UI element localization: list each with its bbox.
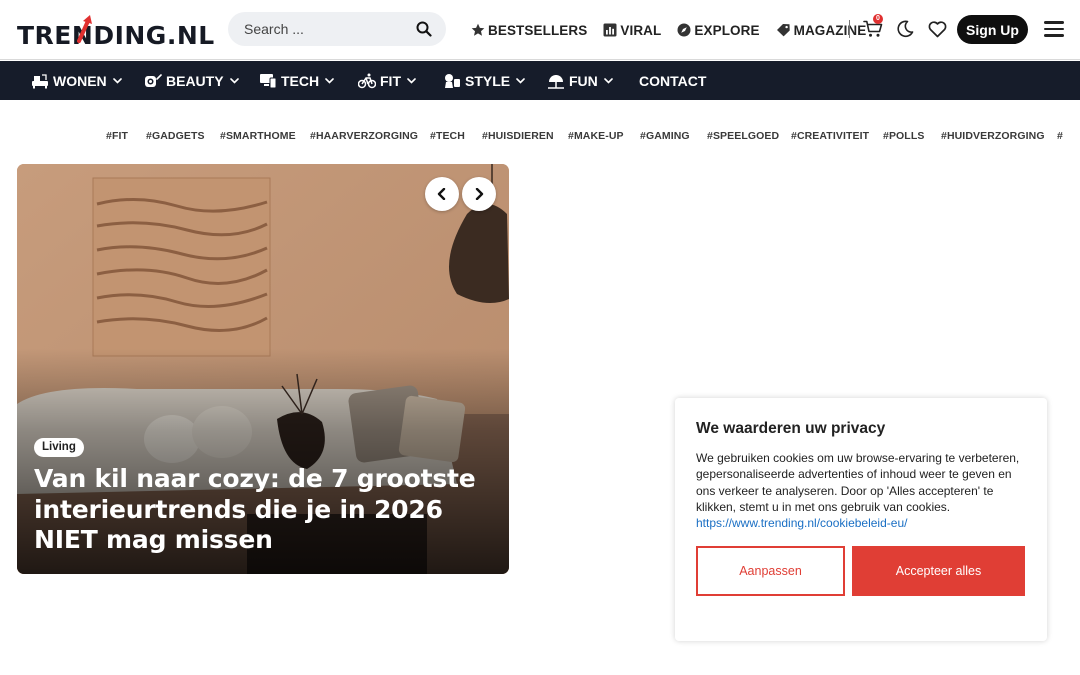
category-beauty[interactable]: BEAUTY xyxy=(144,61,239,100)
category-fun[interactable]: FUN xyxy=(547,61,613,100)
featured-article-card[interactable]: Living Van kil naar cozy: de 7 grootste … xyxy=(17,164,509,574)
site-logo[interactable]: TRENDING.NL xyxy=(17,14,215,48)
category-fit-label: FIT xyxy=(380,72,401,89)
compass-icon xyxy=(677,23,691,37)
chevron-left-icon xyxy=(437,188,446,200)
heart-icon xyxy=(928,20,946,37)
logo-text-prefix: TRE xyxy=(17,21,72,50)
category-badge[interactable]: Living xyxy=(34,438,84,457)
hamburger-line xyxy=(1044,34,1064,37)
category-navigation: WONEN BEAUTY TECH FIT STYLE FUN CONTACT xyxy=(0,61,1080,100)
logo-text-suffix: DING.NL xyxy=(93,21,215,50)
tag-link[interactable]: # xyxy=(1057,130,1063,142)
chevron-down-icon xyxy=(112,77,122,84)
tag-link[interactable]: #HAARVERZORGING xyxy=(310,130,418,142)
tag-link[interactable]: #CREATIVITEIT xyxy=(791,130,869,142)
chevron-down-icon xyxy=(325,77,334,84)
nav-bestsellers[interactable]: BESTSELLERS xyxy=(471,23,587,38)
cookie-consent-dialog: We waarderen uw privacy We gebruiken coo… xyxy=(675,398,1047,641)
slider-next-button[interactable] xyxy=(462,177,496,211)
category-contact-label: CONTACT xyxy=(639,72,707,89)
search-bar xyxy=(228,12,446,46)
category-tech[interactable]: TECH xyxy=(259,61,334,100)
sign-up-button[interactable]: Sign Up xyxy=(957,15,1028,44)
fitness-icon xyxy=(358,73,376,88)
hamburger-line xyxy=(1044,27,1064,31)
search-input[interactable] xyxy=(244,12,404,46)
cart-count-badge: 0 xyxy=(873,14,883,24)
chevron-right-icon xyxy=(475,188,484,200)
tag-list: #FIT #GADGETS #SMARTHOME #HAARVERZORGING… xyxy=(0,130,1080,144)
chevron-down-icon xyxy=(603,77,613,84)
logo-arrow-icon xyxy=(77,15,92,43)
dark-mode-toggle[interactable] xyxy=(894,18,916,40)
tag-link[interactable]: #SMARTHOME xyxy=(220,130,296,142)
tag-link[interactable]: #GAMING xyxy=(640,130,690,142)
fun-icon xyxy=(548,74,564,89)
tag-icon xyxy=(776,24,790,37)
category-style[interactable]: STYLE xyxy=(443,61,525,100)
nav-viral[interactable]: VIRAL xyxy=(603,23,661,38)
tag-link[interactable]: #GADGETS xyxy=(146,130,205,142)
category-style-label: STYLE xyxy=(465,72,511,89)
cookie-title: We waarderen uw privacy xyxy=(696,420,886,437)
category-fun-label: FUN xyxy=(569,72,598,89)
category-beauty-label: BEAUTY xyxy=(166,72,224,89)
hamburger-line xyxy=(1044,21,1064,24)
tag-link[interactable]: #TECH xyxy=(430,130,465,142)
tag-link[interactable]: #SPEELGOED xyxy=(707,130,779,142)
beauty-icon xyxy=(145,73,162,87)
nav-explore[interactable]: EXPLORE xyxy=(677,23,759,38)
tag-link[interactable]: #HUIDVERZORGING xyxy=(941,130,1045,142)
cookie-text: We gebruiken cookies om uw browse-ervari… xyxy=(696,451,1020,514)
tag-link[interactable]: #MAKE-UP xyxy=(568,130,624,142)
cookie-policy-link[interactable]: https://www.trending.nl/cookiebeleid-eu/ xyxy=(696,516,907,530)
nav-magazine-label: MAGAZINE xyxy=(793,22,867,38)
chevron-down-icon xyxy=(229,77,239,84)
category-wonen[interactable]: WONEN xyxy=(31,61,122,100)
search-icon[interactable] xyxy=(416,21,432,37)
accept-all-button[interactable]: Accepteer alles xyxy=(852,546,1025,596)
style-icon xyxy=(445,73,460,88)
slider-prev-button[interactable] xyxy=(425,177,459,211)
category-fit[interactable]: FIT xyxy=(358,61,416,100)
nav-explore-label: EXPLORE xyxy=(694,22,760,38)
tag-link[interactable]: #FIT xyxy=(106,130,128,142)
chevron-down-icon xyxy=(407,77,416,84)
customize-button[interactable]: Aanpassen xyxy=(696,546,845,596)
star-icon xyxy=(471,23,485,36)
favorites-button[interactable] xyxy=(926,18,948,40)
chevron-down-icon xyxy=(516,77,525,84)
nav-bestsellers-label: BESTSELLERS xyxy=(488,22,588,38)
home-icon xyxy=(32,73,48,88)
nav-viral-label: VIRAL xyxy=(620,22,662,38)
site-header: TRENDING.NL BESTSELLERS VIRAL EXPLORE xyxy=(0,0,1080,60)
cookie-description: We gebruiken cookies om uw browse-ervari… xyxy=(696,450,1031,531)
category-wonen-label: WONEN xyxy=(53,72,107,89)
tech-icon xyxy=(260,73,277,88)
header-divider xyxy=(849,20,850,38)
moon-icon xyxy=(897,20,914,38)
article-title[interactable]: Van kil naar cozy: de 7 grootste interie… xyxy=(34,464,494,556)
nav-magazine[interactable]: MAGAZINE xyxy=(776,23,867,38)
tag-link[interactable]: #HUISDIEREN xyxy=(482,130,554,142)
tag-link[interactable]: #POLLS xyxy=(883,130,924,142)
chart-icon xyxy=(603,23,617,37)
top-navigation: BESTSELLERS VIRAL EXPLORE MAGAZINE xyxy=(471,20,882,40)
menu-button[interactable] xyxy=(1044,21,1064,37)
category-contact[interactable]: CONTACT xyxy=(639,61,706,100)
category-tech-label: TECH xyxy=(281,72,320,89)
